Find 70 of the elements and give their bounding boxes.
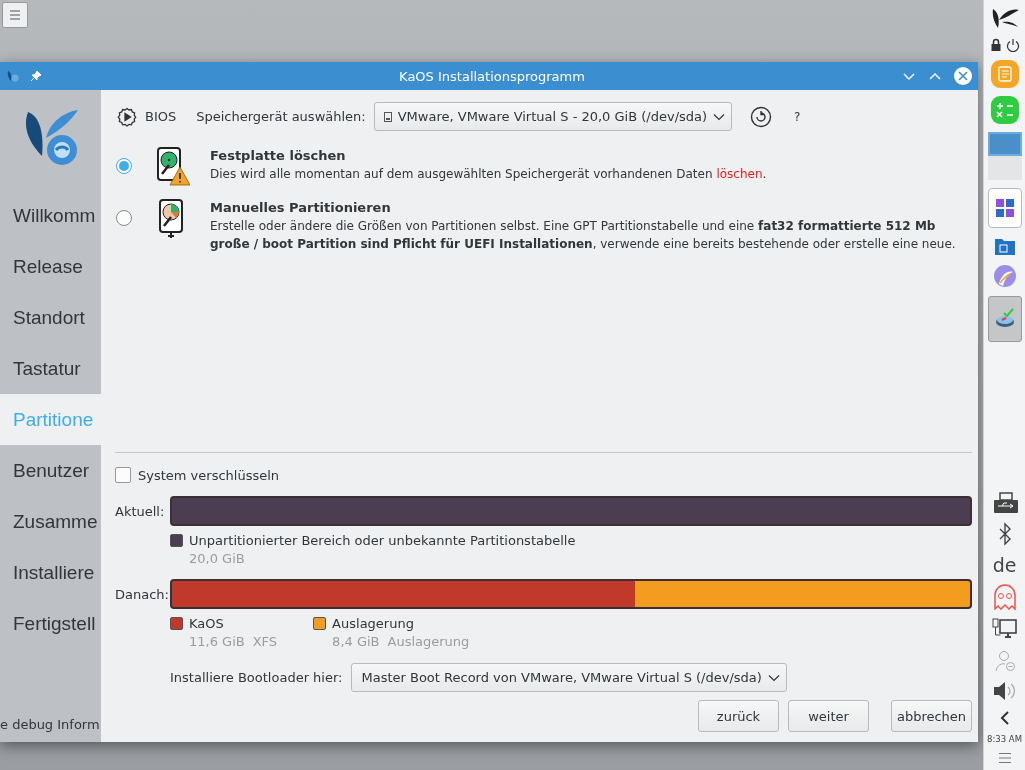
chevron-left-icon[interactable] — [998, 710, 1011, 726]
legend-swatch — [313, 617, 327, 630]
caret-icon — [767, 673, 780, 682]
dialog-button[interactable]: abbrechen — [891, 700, 972, 732]
refresh-icon[interactable] — [750, 105, 773, 128]
legend-name: Auslagerung — [332, 616, 414, 631]
legend-size: 20,0 GiB — [189, 551, 245, 566]
window-thumbnail[interactable] — [987, 156, 1022, 180]
partition-bar-label: Danach: — [115, 586, 170, 602]
window-title: KaOS Installationsprogramm — [398, 68, 586, 84]
bird-app-icon[interactable] — [992, 264, 1017, 288]
usb-drive-icon[interactable] — [991, 492, 1018, 514]
legend-name: Unpartitionierter Bereich oder unbekannte Partitionstabelle — [189, 533, 576, 548]
user-icon[interactable] — [993, 650, 1016, 672]
folder-icon[interactable] — [993, 236, 1016, 256]
legend-swatch — [170, 534, 183, 547]
menu-button[interactable] — [2, 2, 28, 28]
sidebar-item[interactable]: Release — [0, 241, 101, 292]
radio-button[interactable] — [116, 158, 132, 174]
bootloader-label: Installiere Bootloader hier: — [170, 670, 343, 685]
sidebar-item[interactable]: Fertigstell — [0, 598, 101, 649]
option-description: Dies wird alle momentan auf dem ausgewählten Speichergerät vorhandenen Daten löschen. — [210, 166, 767, 183]
lock-icon[interactable] — [989, 38, 1002, 52]
caret-icon — [713, 112, 726, 121]
legend-size: 11,6 GiB — [189, 634, 245, 649]
option-title: Festplatte löschen — [210, 147, 347, 165]
sidebar-item[interactable]: Standort — [0, 292, 101, 343]
menu-icon — [9, 9, 21, 21]
pin-icon[interactable] — [30, 70, 42, 82]
taskbar-item[interactable] — [987, 188, 1022, 228]
help-button[interactable]: ? — [794, 109, 801, 124]
dialog-button[interactable]: zurück — [698, 700, 779, 732]
hard-disk-warning-icon — [154, 147, 190, 187]
disk-installer-icon — [993, 308, 1016, 330]
option-title: Manuelles Partitionieren — [210, 199, 392, 217]
keyboard-layout-indicator[interactable]: de — [992, 554, 1017, 576]
menu-icon[interactable] — [997, 752, 1012, 764]
app-grid-icon — [994, 198, 1015, 218]
power-icon[interactable] — [1005, 38, 1020, 52]
sidebar-item[interactable]: Willkomm — [0, 190, 101, 241]
legend-name: KaOS — [189, 616, 224, 631]
sidebar-item[interactable]: Benutzer — [0, 445, 101, 496]
sidebar-item[interactable]: Installiere — [0, 547, 101, 598]
partition-bar-label: Aktuell: — [115, 503, 166, 519]
radio-button[interactable] — [116, 210, 132, 226]
clock[interactable]: 8:33 AM — [987, 734, 1022, 744]
app-logo-icon — [6, 69, 20, 83]
encrypt-label: System verschlüsseln — [138, 467, 280, 483]
calculator-icon[interactable] — [990, 96, 1019, 124]
debug-information-link[interactable]: e debug Inform — [0, 717, 101, 732]
legend-filesystem: Auslagerung — [387, 634, 470, 649]
ghost-icon[interactable] — [992, 584, 1017, 610]
window-thumbnail[interactable] — [987, 132, 1022, 156]
sidebar-item[interactable]: Zusamme — [0, 496, 101, 547]
dialog-button[interactable]: weiter — [788, 700, 869, 732]
firmware-label: BIOS — [145, 109, 177, 124]
gear-play-icon — [117, 106, 137, 127]
legend-swatch — [170, 617, 183, 630]
sidebar-item[interactable]: Tastatur — [0, 343, 101, 394]
bootloader-dropdown[interactable]: Master Boot Record von VMware, VMware Virtual S (/dev/sda) — [351, 663, 787, 692]
legend-size: 8,4 GiB — [332, 634, 380, 649]
device-label: Speichergerät auswählen: — [196, 109, 366, 124]
device-dropdown[interactable]: VMware, VMware Virtual S - 20,0 GiB (/dev/sda) — [373, 102, 733, 131]
legend-filesystem: XFS — [252, 634, 278, 649]
volume-icon[interactable] — [991, 680, 1018, 702]
close-icon[interactable] — [954, 67, 972, 85]
taskbar-item[interactable] — [987, 296, 1022, 342]
checkbox[interactable] — [115, 467, 131, 483]
option-description: Erstelle oder ändere die Größen von Partitionen selbst. Eine GPT Partitionstabelle und eine fat32 formattierte 512 Mb große / boot Partition sind Pflicht für UEFI Installationen, verwende eine bereits bestehende oder erstelle eine neue. — [210, 218, 957, 253]
notes-app-icon[interactable] — [990, 60, 1019, 88]
